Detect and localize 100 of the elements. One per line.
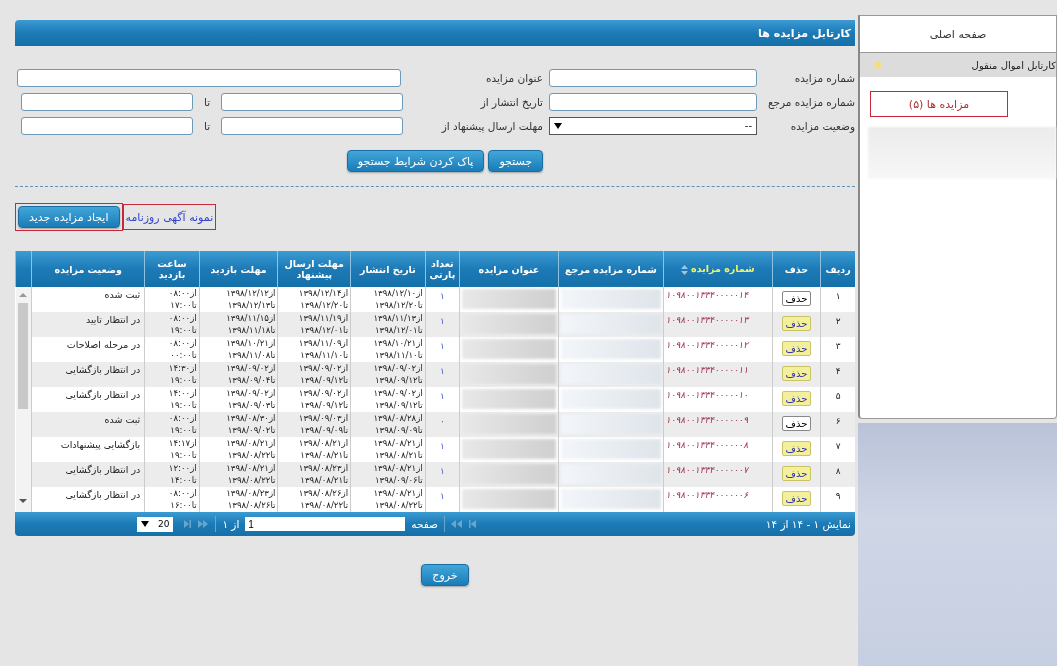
column-header[interactable]: تاریخ انتشار: [350, 251, 426, 287]
text-field[interactable]: [17, 68, 401, 87]
table-cell-text: از۱۳۹۸/۰۸/۲۱: [372, 438, 423, 450]
table-cell-text: از۰۸:۰۰: [167, 288, 197, 300]
table-cell: ۱: [425, 462, 460, 487]
table-cell-text: تا۱۳۹۸/۱۲/۱۳: [226, 299, 276, 311]
table-cell-text: از۰۸:۰۰: [167, 338, 197, 350]
column-header[interactable]: شماره مزایده: [663, 251, 773, 287]
table-cell-text: تا۱۳۹۸/۱۱/۱۰: [299, 349, 349, 361]
column-header[interactable]: عنوان مزایده: [459, 251, 559, 287]
column-header[interactable]: ساعت بازدید: [144, 251, 200, 287]
field-label: تا: [202, 119, 212, 132]
table-cell-text: از۱۴:۱۷: [167, 438, 197, 450]
newspaper-link[interactable]: نمونه آگهی روزنامه: [122, 204, 217, 230]
table-cell-text: از۱۳۹۸/۱۲/۱۲: [225, 288, 276, 300]
table-cell-text: تا۱۳۹۸/۰۹/۰۹: [299, 424, 349, 436]
section-header[interactable]: کارتابل اموال منقول: [860, 53, 1056, 77]
table-cell-text: تا۱۳۹۸/۰۸/۲۱: [374, 449, 423, 461]
table-cell-text: تا۱۳۹۸/۰۸/۲۲: [374, 499, 423, 511]
field-label: شماره مزایده مرجع: [766, 95, 855, 108]
table-cell-text: از۰۸:۰۰: [167, 413, 197, 425]
create-button[interactable]: ایجاد مزایده جدید: [18, 206, 120, 228]
table-cell-text: از۰۸:۰۰: [167, 488, 197, 500]
table-cell-text: تا۱۴:۰۰: [169, 474, 197, 486]
table-cell-text: از۱۳۹۸/۰۸/۲۳: [225, 488, 276, 500]
date-from-field[interactable]: [221, 116, 403, 135]
table-cell-text: تا۱۳۹۸/۰۸/۲۶: [226, 499, 276, 511]
column-header[interactable]: ردیف: [820, 251, 855, 287]
table-cell-text: از۱۳۹۸/۰۹/۰۳: [297, 413, 349, 425]
table-cell-text: از۱۳۹۸/۱۱/۱۳: [372, 313, 423, 325]
table-cell-text: از۱۴:۰۰: [167, 388, 197, 400]
page-label: صفحه: [411, 518, 438, 530]
table-cell-text: از۱۳۹۸/۰۹/۰۲: [225, 388, 276, 400]
table-cell-text: از۱۲:۰۰: [167, 463, 197, 475]
table-cell-text: از۱۳۹۸/۰۸/۲۸: [372, 413, 423, 425]
delete-button[interactable]: حذف: [781, 416, 812, 431]
page-count: از ۱: [222, 518, 240, 530]
column-header[interactable]: شماره مزایده مرجع: [558, 251, 664, 287]
table-cell-text: تا۱۳۹۸/۱۲/۰۱: [299, 324, 349, 336]
table-cell-text: تا۱۳۹۸/۰۹/۱۲: [299, 399, 349, 411]
delete-button[interactable]: حذف: [781, 491, 812, 506]
table-cell: ۱: [425, 362, 460, 387]
table-cell-text: از۱۳۹۸/۱۲/۱۰: [372, 288, 423, 300]
status-dropdown[interactable]: --: [549, 116, 757, 135]
field-label: تاریخ انتشار از: [479, 95, 543, 108]
sidebar-item[interactable]: مزایده ها (۵): [870, 91, 1008, 117]
table-cell-text: تا۱۳۹۸/۰۸/۲۱: [299, 474, 349, 486]
column-header[interactable]: وضعیت مزایده: [31, 251, 145, 287]
table-cell-text: از۱۳۹۸/۰۸/۲۱: [372, 463, 423, 475]
clear-button[interactable]: پاک کردن شرایط جستجو: [346, 150, 485, 172]
table-cell-text: از۱۳۹۸/۰۸/۳۰: [225, 413, 276, 425]
delete-button[interactable]: حذف: [781, 441, 812, 456]
pager-summary: نمایش ۱ - ۱۴ از ۱۴: [764, 518, 851, 530]
table-cell-text: تا۱۹:۰۰: [169, 324, 197, 336]
table-cell-text: تا۱۳۹۸/۰۹/۰۶: [374, 474, 423, 486]
table-cell-text: از۰۸:۰۰: [167, 313, 197, 325]
text-field[interactable]: [549, 68, 757, 87]
delete-button[interactable]: حذف: [781, 341, 812, 356]
column-header[interactable]: حذف: [772, 251, 821, 287]
column-header[interactable]: تعداد پارتی: [425, 251, 460, 287]
page-size-dropdown[interactable]: 20: [137, 516, 174, 532]
table-cell-text: تا۱۳۹۸/۰۹/۰۲: [226, 424, 276, 436]
table-cell: ثبت شده: [31, 412, 145, 437]
table-cell: در انتظار بازگشایی: [31, 362, 145, 387]
date-to-field[interactable]: [21, 92, 193, 111]
column-header[interactable]: مهلت بازدید: [199, 251, 278, 287]
date-from-field[interactable]: [221, 92, 403, 111]
field-label: مهلت ارسال پیشنهاد از: [440, 119, 543, 132]
delete-button[interactable]: حذف: [781, 466, 812, 481]
page-field[interactable]: 1: [245, 517, 406, 531]
table-cell-text: از۱۳۹۸/۰۹/۰۲: [225, 363, 276, 375]
table-cell-text: از۱۳۹۸/۰۹/۰۲: [297, 363, 349, 375]
table-cell-text: تا۱۳۹۸/۰۹/۰۹: [374, 424, 423, 436]
delete-button[interactable]: حذف: [781, 291, 812, 306]
table-cell-text: تا۱۳۹۸/۰۹/۱۲: [374, 374, 423, 386]
table-cell-text: از۱۳۹۸/۰۸/۲۱: [225, 463, 276, 475]
table-cell-text: تا۱۳۹۸/۱۱/۰۸: [226, 349, 276, 361]
next-page-icon: [451, 520, 463, 528]
table-cell-text: تا۱۳۹۸/۰۹/۱۲: [299, 374, 349, 386]
table-cell-text: تا۱۳۹۸/۱۱/۱۸: [226, 324, 276, 336]
field-label: عنوان مزایده: [484, 71, 543, 84]
table-cell: ۲: [820, 312, 855, 337]
search-button[interactable]: جستجو: [488, 150, 544, 172]
sort-icon: [681, 264, 689, 275]
table-cell-text: از۱۳۹۸/۰۸/۲۱: [225, 438, 276, 450]
delete-button[interactable]: حذف: [781, 391, 812, 406]
table-cell: ۱۰۹۸۰۰۱۳۳۴۰۰۰۰۰۰۷: [663, 462, 773, 487]
table-cell-text: از۱۴:۳۰: [167, 363, 197, 375]
table-cell-text: از۱۳۹۸/۰۹/۰۲: [372, 388, 423, 400]
table-cell: ۴: [820, 362, 855, 387]
field-label: تا: [202, 95, 212, 108]
date-to-field[interactable]: [21, 116, 193, 135]
column-header[interactable]: مهلت ارسال پیشنهاد: [277, 251, 351, 287]
delete-button[interactable]: حذف: [781, 316, 812, 331]
table-cell-text: تا۱۳۹۸/۰۹/۰۳: [226, 399, 276, 411]
table-cell-text: از۱۳۹۸/۰۹/۰۲: [297, 388, 349, 400]
delete-button[interactable]: حذف: [781, 366, 812, 381]
table-cell-text: از۱۳۹۸/۰۸/۲۳: [297, 463, 349, 475]
text-field[interactable]: [549, 92, 757, 111]
exit-button[interactable]: خروج: [421, 564, 469, 586]
